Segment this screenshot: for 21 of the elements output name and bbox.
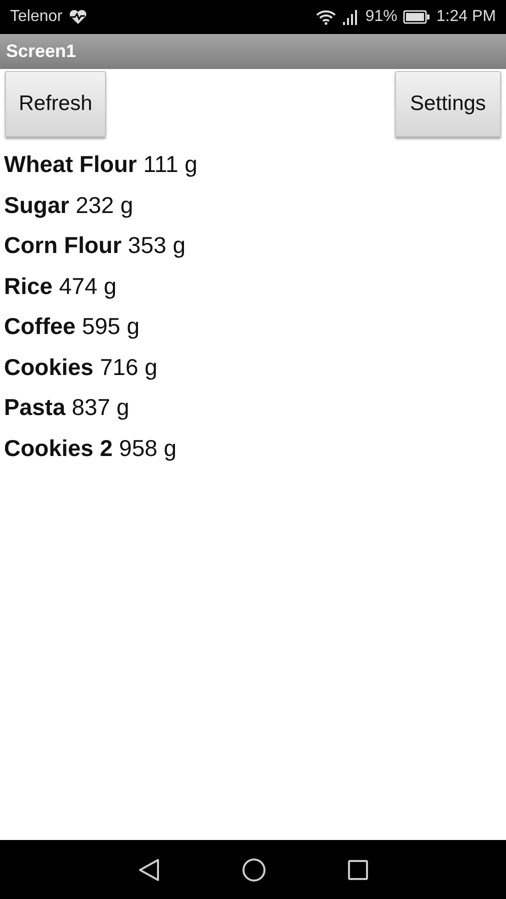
- home-icon[interactable]: [242, 858, 266, 882]
- screen-title: Screen1: [6, 41, 76, 62]
- item-weight: Cookies 2 958 g: [4, 434, 178, 462]
- carrier-name: Telenor: [10, 8, 62, 26]
- item-weight: Corn Flour 353 g: [4, 231, 186, 260]
- app-button[interactable]: Settings: [395, 71, 501, 137]
- app-button[interactable]: Refresh: [5, 71, 106, 137]
- battery-percent: 91%: [365, 8, 398, 26]
- clock-time: 1:24 PM: [436, 8, 496, 26]
- back-icon[interactable]: [138, 858, 160, 882]
- item-weight: Coffee 595 g: [4, 312, 141, 340]
- item-weight: Cookies 716 g: [4, 352, 158, 381]
- item-weight: Sugar 232 g: [4, 190, 134, 219]
- item-weight: Pasta 837 g: [4, 393, 130, 422]
- wifi-icon: [315, 9, 338, 25]
- signal-icon: [343, 9, 360, 25]
- recents-icon[interactable]: [348, 860, 368, 880]
- heart-icon: [68, 9, 88, 25]
- battery-icon: [403, 10, 430, 24]
- item-weight: Wheat Flour 111 g: [4, 150, 198, 178]
- item-weight: Rice 474 g: [4, 272, 118, 300]
